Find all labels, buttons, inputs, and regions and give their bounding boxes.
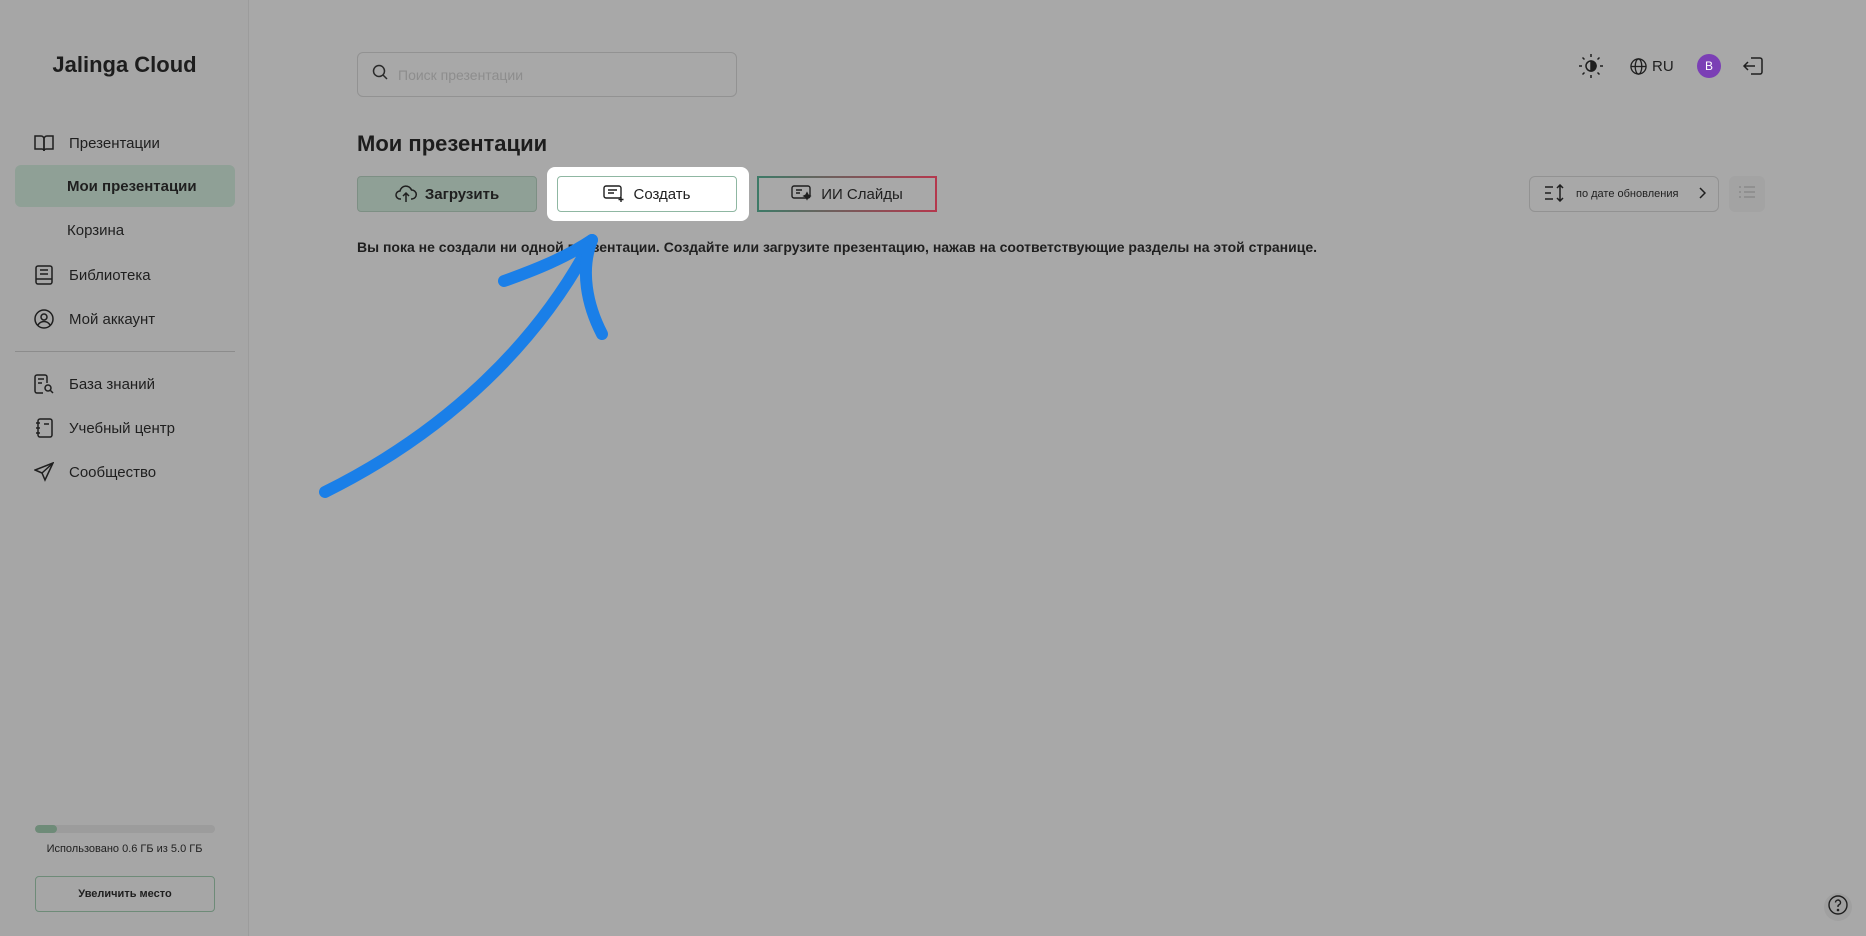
notebook-icon	[33, 417, 55, 439]
sidebar-item-label: Мой аккаунт	[69, 310, 156, 328]
sidebar-item-my-presentations[interactable]: Мои презентации	[15, 165, 235, 207]
user-avatar[interactable]: B	[1697, 52, 1721, 80]
search-box[interactable]	[357, 52, 737, 97]
sidebar-item-label: Мои презентации	[67, 177, 197, 195]
list-view-icon	[1738, 185, 1756, 204]
sidebar: Jalinga Cloud Презентации Мои презентаци…	[0, 0, 249, 936]
sidebar-item-label: Корзина	[67, 221, 125, 239]
storage-progress-fill	[35, 825, 57, 833]
upload-label: Загрузить	[424, 185, 500, 203]
sidebar-item-account[interactable]: Мой аккаунт	[15, 298, 235, 340]
language-selector[interactable]: RU	[1630, 52, 1674, 80]
storage-progress-bar	[35, 825, 215, 833]
sidebar-item-label: Библиотека	[69, 266, 151, 284]
knowledge-search-icon	[33, 373, 55, 395]
increase-storage-button[interactable]: Увеличить место	[35, 876, 215, 912]
sidebar-item-label: База знаний	[69, 375, 155, 393]
library-book-icon	[33, 264, 55, 286]
search-icon	[372, 64, 388, 85]
empty-state-message: Вы пока не создали ни одной презентации.…	[357, 239, 1318, 255]
search-input[interactable]	[398, 66, 718, 83]
sidebar-item-knowledge-base[interactable]: База знаний	[15, 363, 235, 405]
help-icon	[1828, 894, 1848, 920]
ai-slides-label: ИИ Слайды	[821, 185, 903, 203]
sidebar-item-library[interactable]: Библиотека	[15, 254, 235, 296]
avatar: B	[1697, 54, 1721, 78]
send-icon	[33, 461, 55, 483]
sidebar-item-presentations[interactable]: Презентации	[15, 122, 235, 164]
tutorial-arrow-annotation	[319, 234, 608, 498]
sidebar-item-label: Презентации	[69, 134, 160, 152]
create-button[interactable]: Создать	[557, 176, 737, 212]
logout-icon[interactable]	[1742, 52, 1764, 80]
language-label: RU	[1652, 57, 1674, 75]
create-presentation-icon	[603, 185, 625, 203]
book-open-icon	[33, 132, 55, 154]
ai-slides-button[interactable]: ИИ Слайды	[757, 176, 937, 212]
sidebar-item-community[interactable]: Сообщество	[15, 451, 235, 493]
cloud-upload-icon	[395, 185, 417, 203]
storage-usage-text: Использовано 0.6 ГБ из 5.0 ГБ	[46, 843, 203, 855]
sidebar-divider	[15, 351, 235, 352]
sidebar-item-trash[interactable]: Корзина	[15, 209, 235, 251]
sort-label: по дате обновления	[1576, 188, 1679, 200]
help-button[interactable]	[1824, 893, 1852, 921]
page-title: Мои презентации	[357, 131, 548, 156]
brand-logo[interactable]: Jalinga Cloud	[0, 52, 249, 78]
list-view-toggle[interactable]	[1729, 176, 1765, 212]
user-circle-icon	[33, 308, 55, 330]
create-label: Создать	[633, 185, 691, 203]
upload-button[interactable]: Загрузить	[357, 176, 537, 212]
sidebar-item-learning-center[interactable]: Учебный центр	[15, 407, 235, 449]
sort-icon	[1544, 183, 1566, 205]
sidebar-item-label: Учебный центр	[69, 419, 175, 437]
globe-icon	[1630, 57, 1647, 75]
theme-toggle-icon[interactable]	[1578, 52, 1604, 80]
ai-slides-icon	[791, 185, 813, 203]
sort-dropdown[interactable]: по дате обновления	[1529, 176, 1719, 212]
sidebar-item-label: Сообщество	[69, 463, 157, 481]
chevron-right-icon	[1698, 186, 1707, 202]
